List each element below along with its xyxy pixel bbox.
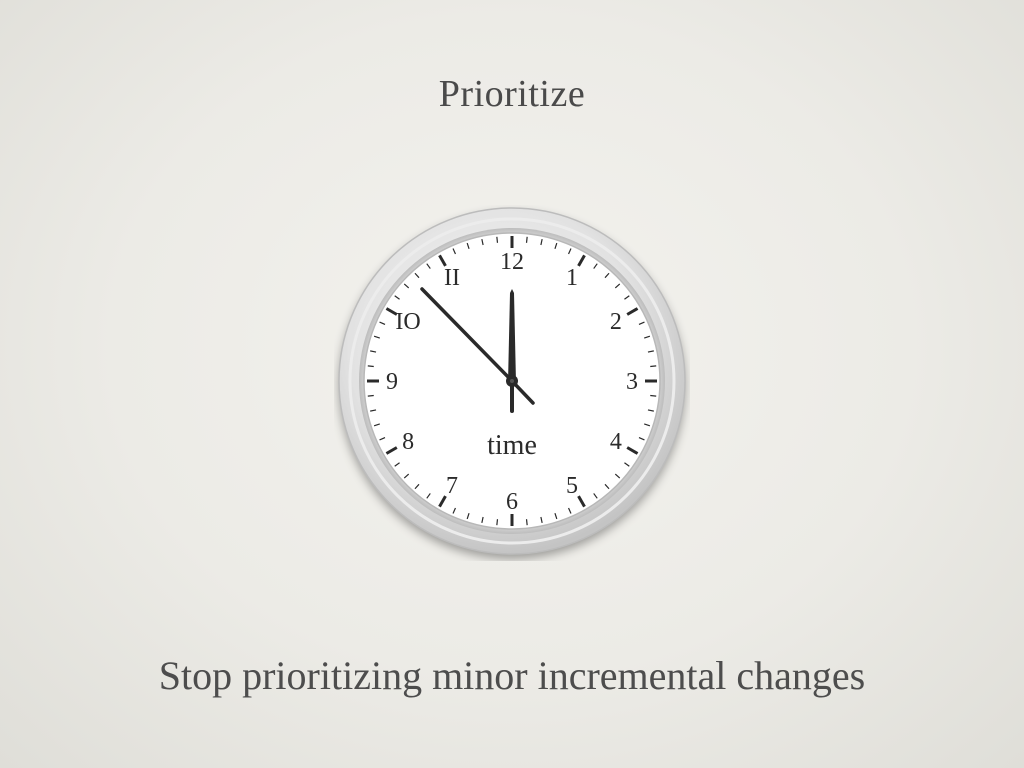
hour-numeral: 7: [446, 473, 458, 499]
minute-tick: [525, 519, 528, 526]
hour-numeral: 4: [610, 429, 622, 455]
minute-tick: [496, 236, 499, 243]
minute-tick: [650, 365, 657, 368]
hour-numeral: 12: [500, 249, 524, 275]
hour-numeral: 3: [626, 369, 638, 395]
hour-numeral: IO: [395, 309, 420, 335]
hour-numeral: II: [444, 265, 460, 291]
wall-clock: 12 1 2 3 4 5 6 7 8 9 IO II time: [334, 205, 690, 561]
hour-numeral: 8: [402, 429, 414, 455]
minute-tick: [650, 394, 657, 397]
minute-tick: [367, 394, 374, 397]
slide-subtitle: Stop prioritizing minor incremental chan…: [158, 653, 866, 698]
minute-tick: [496, 519, 499, 526]
hour-numeral: 2: [610, 309, 622, 335]
hour-numeral: 1: [566, 265, 578, 291]
clock-graphic: 12123456789IOII time: [338, 207, 686, 555]
hour-numeral: 9: [386, 369, 398, 395]
minute-tick: [367, 365, 374, 368]
hour-numeral: 5: [566, 473, 578, 499]
clock-face-word: time: [487, 430, 537, 461]
hour-numeral: 6: [506, 489, 518, 515]
slide-title: Prioritize: [438, 73, 586, 115]
minute-tick: [525, 236, 528, 243]
